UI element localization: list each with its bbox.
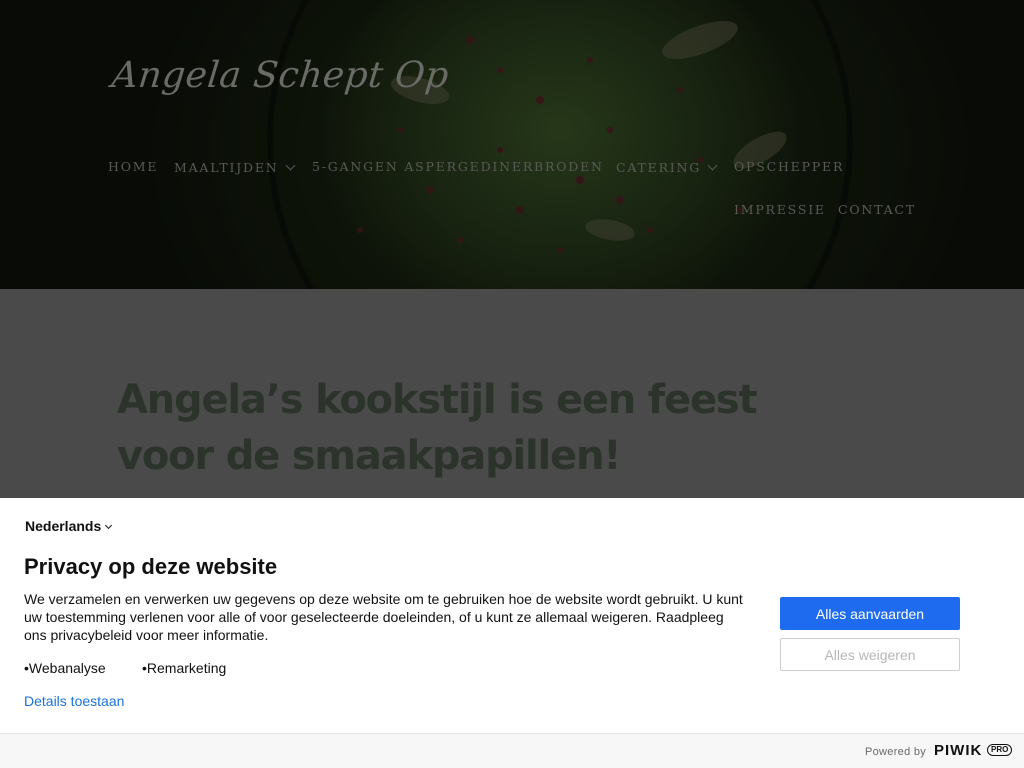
hero-image: Angela Schept Op Home Maaltijden 5-gange… xyxy=(0,0,1024,289)
details-link[interactable]: Details toestaan xyxy=(24,693,124,709)
nav-opschepper[interactable]: Opschepper xyxy=(734,159,844,174)
consent-title: Privacy op deze website xyxy=(24,554,278,579)
chevron-down-icon xyxy=(707,160,718,171)
language-label: Nederlands xyxy=(25,518,102,534)
powered-by-label: Powered by xyxy=(865,746,927,758)
nav-maaltijden[interactable]: Maaltijden xyxy=(174,160,295,175)
nav-aspergediner[interactable]: 5-gangen aspergediner xyxy=(312,159,534,174)
nav-home[interactable]: Home xyxy=(108,159,158,174)
purpose-label: Webanalyse xyxy=(28,660,106,676)
pro-badge: PRO xyxy=(987,744,1013,756)
nav-contact[interactable]: Contact xyxy=(838,202,916,217)
nav-label: Catering xyxy=(616,160,702,175)
piwik-logo: PIWIK xyxy=(934,742,983,759)
chevron-down-icon xyxy=(105,521,113,530)
nav-label: Maaltijden xyxy=(174,160,279,175)
nav-impressie[interactable]: Impressie xyxy=(734,202,826,217)
purpose-item: • Webanalyse xyxy=(24,660,106,676)
hero-dim-overlay xyxy=(0,0,1024,289)
accept-all-button[interactable]: Alles aanvaarden xyxy=(780,597,960,630)
consent-footer: Powered by PIWIK PRO xyxy=(0,733,1024,768)
purpose-label: Remarketing xyxy=(146,660,227,676)
site-logo[interactable]: Angela Schept Op xyxy=(110,55,451,96)
chevron-down-icon xyxy=(285,160,295,171)
page-headline: Angela’s kookstijl is een feest voor de … xyxy=(117,377,758,479)
purpose-item: • Remarketing xyxy=(142,660,227,676)
consent-banner: Nederlands Privacy op deze website We ve… xyxy=(0,498,1024,768)
nav-catering[interactable]: Catering xyxy=(616,160,718,175)
nav-broden[interactable]: Broden xyxy=(534,159,604,174)
reject-all-button[interactable]: Alles weigeren xyxy=(780,638,960,671)
consent-description: We verzamelen en verwerken uw gegevens o… xyxy=(24,591,743,643)
language-selector[interactable]: Nederlands xyxy=(25,518,113,534)
